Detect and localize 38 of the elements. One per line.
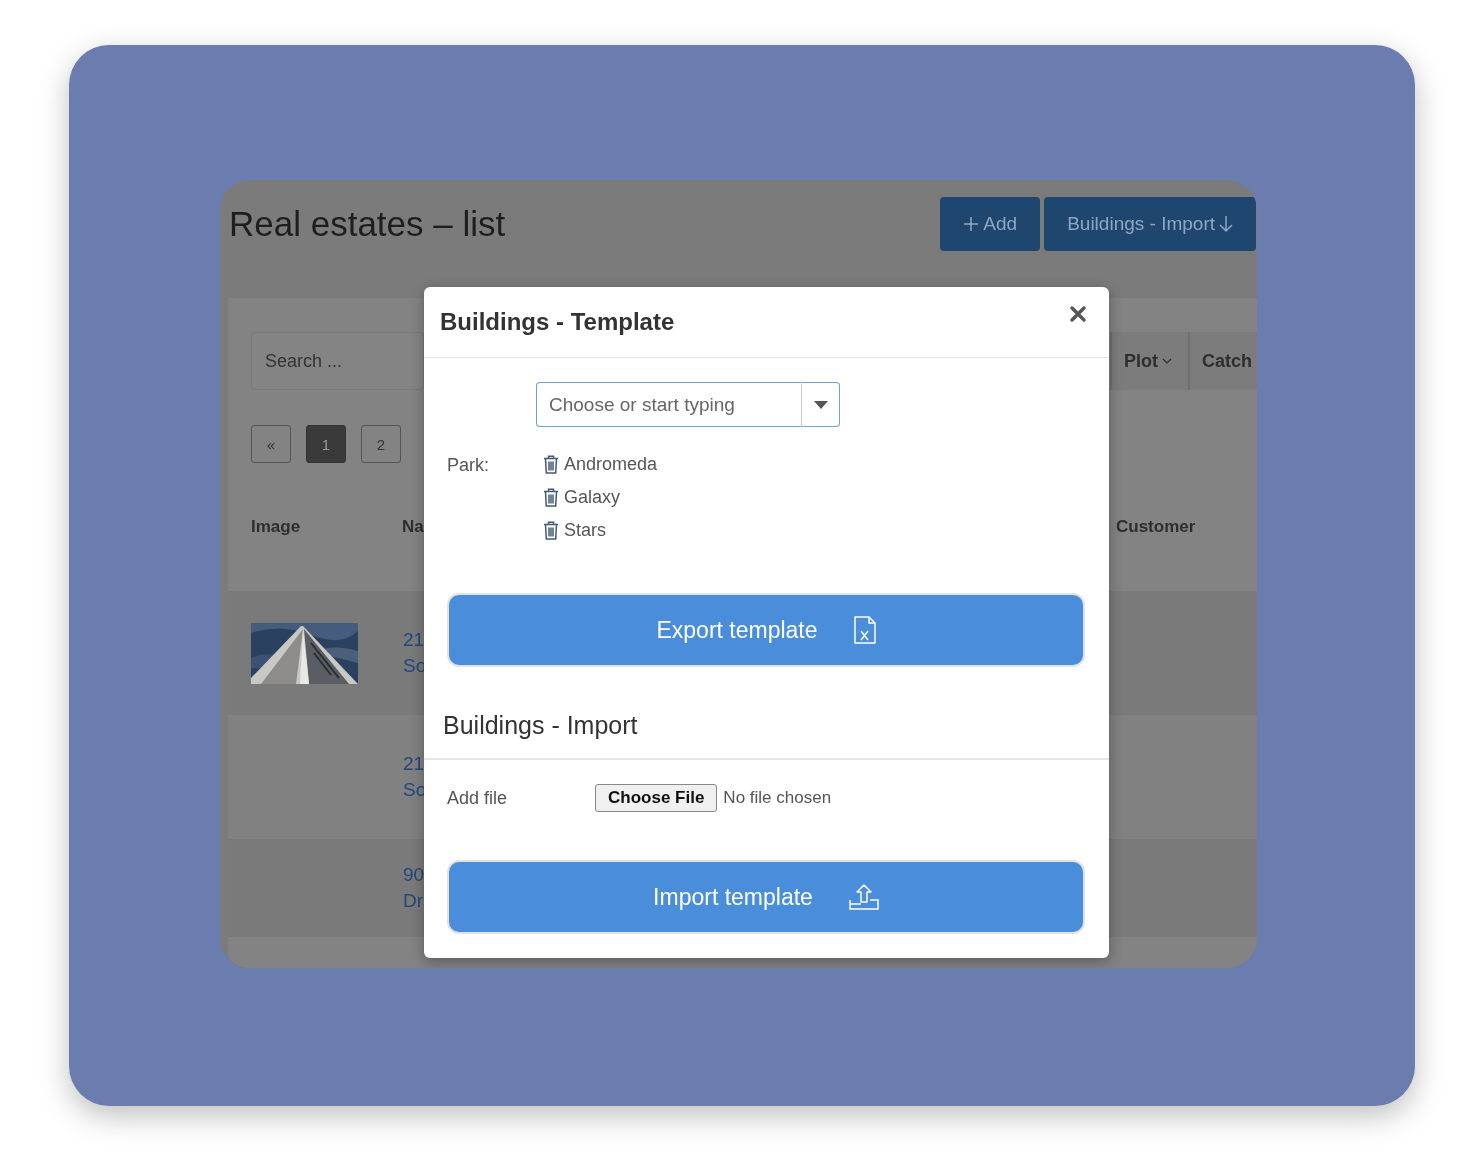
file-label: Add file [447,787,509,809]
park-name: Andromeda [564,453,658,475]
select-field[interactable]: Choose or start typing [536,382,802,427]
park-label: Park: [447,454,490,477]
add-button[interactable]: Add [940,197,1041,251]
section-heading: Buildings - Import [442,710,639,741]
close-icon[interactable] [1069,305,1087,323]
modal-title: Buildings - Template [440,308,675,336]
import-template-button[interactable]: Import template [447,860,1085,934]
page-button[interactable]: « [251,425,291,463]
name-link[interactable]: Dr [403,890,425,912]
search-field[interactable]: Search ... [251,332,424,390]
filter-button[interactable]: Plot [1110,332,1188,390]
filter-button[interactable]: Catch [1188,332,1257,390]
trash-icon[interactable] [543,520,559,540]
caret-icon [813,400,828,409]
page-button[interactable]: 2 [361,425,401,463]
choose-file-button[interactable]: Choose File [595,784,718,812]
column-header: Customer [1116,517,1196,536]
import-button[interactable]: Buildings - Import [1044,197,1256,251]
page-title: Real estates – list [229,204,506,244]
column-header: Image [251,517,301,536]
name-link[interactable]: 90 [403,864,425,886]
park-name: Galaxy [564,486,621,508]
export-template-button[interactable]: Export template [447,593,1085,667]
name-link[interactable]: 21 [403,629,427,651]
trash-icon[interactable] [543,487,559,507]
park-name: Stars [564,519,606,541]
upload-icon [848,883,879,911]
spreadsheet-file-icon [853,616,876,644]
name-link[interactable]: 21 [403,753,427,775]
arrow-down-icon [1219,215,1233,233]
page-button[interactable]: 1 [306,425,346,463]
trash-icon[interactable] [543,454,559,474]
file-status: No file chosen [723,788,832,808]
plus-icon [963,216,980,232]
column-header: Na [402,517,424,536]
dropdown-button[interactable] [802,382,840,427]
